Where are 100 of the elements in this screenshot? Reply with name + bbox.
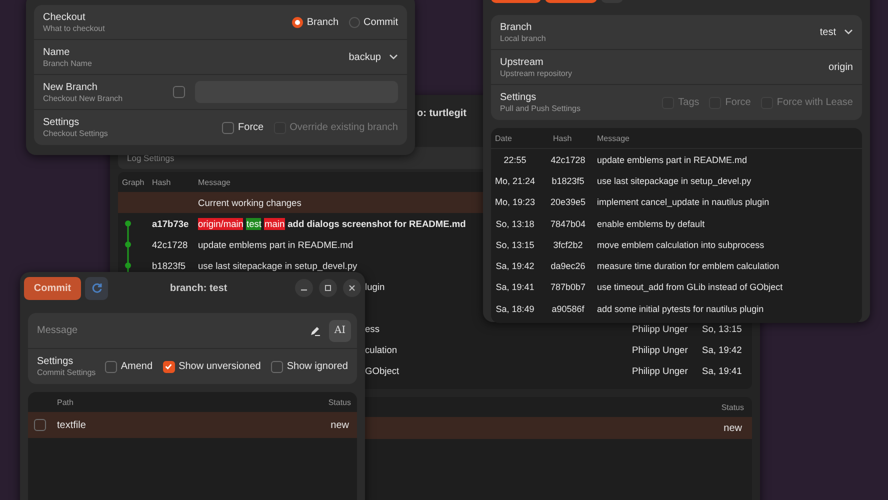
row-title: Settings — [43, 117, 80, 128]
column-header[interactable]: Graph — [118, 178, 152, 186]
table-cell-text: 42c1728 — [152, 240, 189, 250]
table-cell-text: Sa, 19:42 — [494, 261, 536, 272]
dropdown[interactable]: test — [820, 26, 836, 38]
row-subtitle: What to checkout — [43, 24, 105, 32]
row-title: Checkout — [43, 12, 86, 22]
table-cell: textfile — [57, 420, 86, 430]
branch-tag: main — [264, 218, 285, 230]
column-header[interactable]: Status — [721, 402, 744, 412]
table-cell-text: b1823f5 — [550, 176, 586, 186]
pen-icon[interactable] — [309, 324, 321, 336]
table-cell: add dialogs screenshot for README.md — [288, 218, 466, 228]
table-cell-text: Mo, 21:24 — [494, 176, 536, 186]
row-subtitle: Commit Settings — [37, 368, 96, 377]
column-header[interactable]: Path — [57, 398, 74, 406]
message-field[interactable]: Message — [37, 325, 301, 336]
table-cell-text: Sa, 19:41 — [702, 366, 743, 376]
table-cell-text: So, 13:15 — [494, 240, 536, 250]
radio-label[interactable]: Commit — [364, 16, 398, 28]
table-cell-text: 42c1728 — [550, 154, 586, 165]
close-button[interactable] — [343, 279, 361, 297]
checkbox[interactable] — [173, 86, 185, 98]
window-title: branch: test — [170, 282, 228, 294]
row-title: Name — [43, 46, 71, 58]
checkbox-label[interactable]: Show ignored — [286, 361, 348, 372]
table-cell-text: Sa, 19:41 — [494, 282, 536, 292]
column-header[interactable]: Hash — [152, 178, 198, 186]
row-title: Branch — [500, 22, 533, 32]
table-cell: use last sitepackage in setup_devel.py — [597, 176, 752, 186]
table-cell: culation — [365, 344, 398, 354]
table-cell: ess — [365, 324, 380, 334]
checkbox[interactable] — [222, 122, 234, 134]
column-header[interactable]: Status — [328, 398, 351, 406]
maximize-button[interactable] — [319, 279, 337, 297]
radio-button[interactable] — [348, 16, 360, 28]
chevron-down-icon[interactable] — [389, 54, 398, 60]
ai-button[interactable]: AI — [329, 320, 351, 342]
maximize-icon — [324, 284, 332, 292]
table-cell-text: Philipp Unger — [632, 344, 689, 354]
table-cell-text: b1823f5 — [152, 260, 187, 270]
table-cell: measure time duration for emblem calculation — [597, 261, 780, 272]
table-row[interactable]: textfile new — [28, 412, 357, 438]
radio-label[interactable]: Branch — [306, 16, 339, 28]
checkmark-icon — [164, 362, 174, 371]
table-cell-text: a90586f — [550, 304, 586, 314]
row-subtitle: Local branch — [500, 34, 546, 42]
table-cell: enable emblems by default — [597, 218, 705, 229]
checkbox[interactable] — [270, 360, 283, 372]
window-title: o: turtlegit — [417, 108, 466, 118]
table-cell-text: Sa, 18:49 — [494, 304, 536, 314]
row-value: origin — [828, 62, 853, 72]
checkbox[interactable] — [162, 360, 175, 372]
close-icon — [348, 284, 356, 292]
row-title: Settings — [500, 92, 538, 103]
radio-button[interactable] — [292, 16, 303, 28]
table-cell-text: Philipp Unger — [632, 324, 689, 334]
row-subtitle: Checkout Settings — [43, 129, 108, 138]
table-cell-text: So, 13:18 — [494, 218, 536, 229]
branch-tag: origin/main — [198, 218, 244, 230]
table-cell-text: a17b73e — [152, 218, 190, 228]
table-cell-text: da9ec26 — [550, 261, 586, 272]
table-cell: move emblem calculation into subprocess — [597, 240, 764, 250]
chevron-down-icon[interactable] — [844, 29, 853, 35]
table-cell: update emblems part in README.md — [597, 154, 748, 165]
row-subtitle: Upstream repository — [500, 68, 572, 78]
table-cell: add some initial pytests for nautilus plugin — [597, 304, 764, 314]
table-cell-text: So, 13:15 — [702, 324, 743, 334]
checkbox-label[interactable]: Force — [238, 122, 264, 133]
table-cell-text: 20e39e5 — [549, 197, 587, 208]
row-title: New Branch — [43, 82, 98, 92]
table-cell-text: Mo, 19:23 — [494, 197, 536, 208]
branch-tag: test — [246, 218, 262, 230]
table-cell-text: Sa, 19:42 — [702, 344, 743, 354]
table-cell-text: 7847b04 — [549, 218, 587, 229]
minimize-button[interactable] — [295, 279, 313, 297]
dropdown[interactable]: backup — [348, 52, 381, 62]
table-cell: GObject — [365, 366, 400, 376]
table-cell: new — [724, 422, 742, 434]
table-cell: use last sitepackage in setup_devel.py — [198, 260, 358, 270]
column-header[interactable]: Message — [597, 134, 630, 142]
table-cell: update emblems part in README.md — [198, 240, 354, 250]
row-subtitle: Pull and Push Settings — [500, 104, 580, 113]
checkbox[interactable] — [104, 360, 117, 372]
row-title: Settings — [37, 356, 74, 367]
table-cell-text: 3fcf2b2 — [552, 240, 584, 250]
column-header[interactable]: Message — [198, 178, 230, 186]
column-header[interactable]: Date — [491, 134, 539, 142]
table-cell: Current working changes — [198, 198, 302, 208]
row-title: Upstream — [500, 56, 544, 68]
checkbox-label[interactable]: Show unversioned — [178, 361, 261, 372]
table-cell-text: Philipp Unger — [632, 366, 689, 376]
column-header[interactable]: Hash — [539, 134, 597, 142]
table-cell: use timeout_add from GLib instead of GObject — [597, 282, 783, 292]
checkbox-label[interactable]: Amend — [120, 361, 153, 372]
refresh-button[interactable] — [85, 276, 108, 300]
refresh-icon — [90, 282, 102, 294]
row-subtitle: Branch Name — [43, 58, 92, 68]
table-cell-text: 787b0b7 — [549, 282, 587, 292]
checkbox[interactable] — [34, 419, 46, 431]
